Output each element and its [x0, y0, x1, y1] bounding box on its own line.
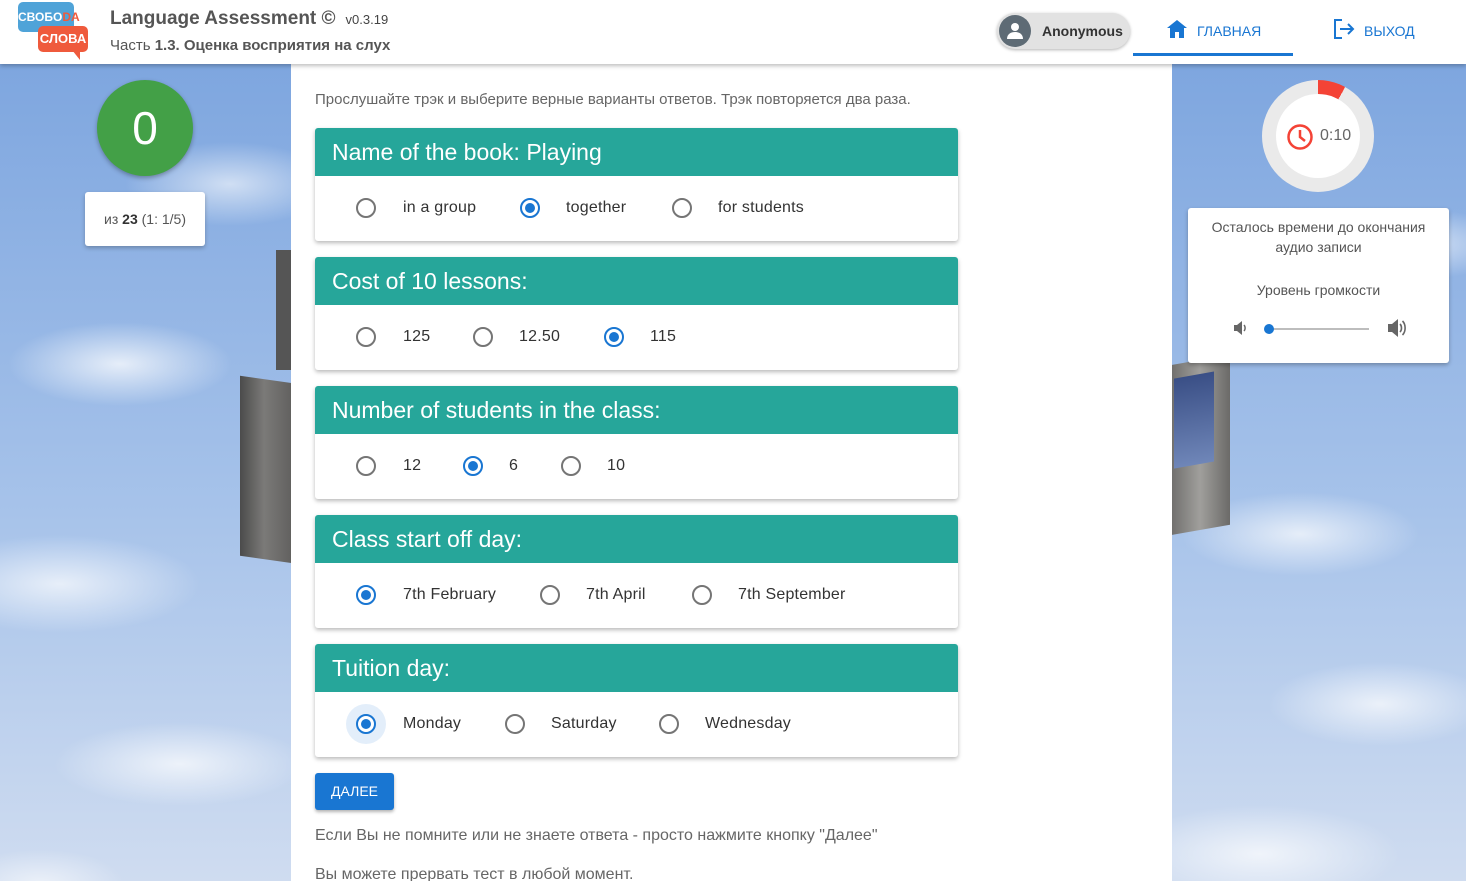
option-label: Monday [403, 715, 462, 732]
radio-button[interactable] [604, 327, 624, 347]
radio-button[interactable] [692, 585, 712, 605]
option-label: 125 [403, 328, 431, 345]
user-chip[interactable]: Anonymous [997, 13, 1130, 49]
next-button[interactable]: ДАЛЕЕ [315, 773, 394, 810]
score-progress: из 23 (1: 1/5) [85, 192, 205, 246]
timer-ring: 0:10 [1262, 80, 1374, 192]
app-header: СВОБОDA СЛОВА Language Assessment © v0.3.… [0, 0, 1466, 64]
option-label: 6 [509, 457, 519, 474]
option-label: Wednesday [705, 715, 792, 732]
option-label: 10 [607, 457, 626, 474]
question-card: Number of students in the class: 12 6 10 [315, 386, 958, 499]
radio-button[interactable] [520, 198, 540, 218]
timer-value: 0:10 [1320, 127, 1352, 144]
nav-exit[interactable]: ВЫХОД [1315, 0, 1445, 56]
version-label: v0.3.19 [345, 12, 389, 27]
logo[interactable]: СВОБОDA СЛОВА [18, 2, 90, 60]
page-subtitle: Часть 1.3. Оценка восприятия на слух [110, 37, 391, 54]
radio-button[interactable] [473, 327, 493, 347]
radio-button[interactable] [356, 714, 376, 734]
score-circle: 0 [97, 80, 193, 176]
option-label: Saturday [551, 715, 617, 732]
question-title: Number of students in the class: [315, 386, 958, 434]
user-name: Anonymous [1042, 23, 1123, 39]
question-card: Class start off day: 7th February 7th Apri… [315, 515, 958, 628]
logout-icon [1334, 19, 1355, 39]
volume-control [1232, 318, 1412, 340]
volume-slider-thumb[interactable] [1264, 324, 1274, 334]
answer-options: 7th February 7th April 7th September [315, 563, 958, 628]
nav-home[interactable]: ГЛАВНАЯ [1133, 0, 1293, 56]
option-label: 7th September [738, 586, 846, 603]
question-title: Tuition day: [315, 644, 958, 692]
option-label: 12 [403, 457, 422, 474]
option-label: 12.50 [519, 328, 561, 345]
radio-button[interactable] [356, 198, 376, 218]
option-label: for students [718, 199, 805, 216]
hint-text: Вы можете прервать тест в любой момент. [315, 866, 634, 881]
question-title: Class start off day: [315, 515, 958, 563]
option-label: 115 [650, 328, 677, 345]
home-icon [1167, 20, 1187, 38]
background-building [1170, 354, 1230, 536]
volume-down-icon[interactable] [1232, 320, 1248, 336]
option-label: in a group [403, 199, 477, 216]
answer-options: 12 6 10 [315, 434, 958, 499]
time-remaining-label: Осталось времени до окончания аудио запи… [1211, 219, 1426, 255]
answer-options: in a group together for students [315, 176, 958, 241]
question-title: Cost of 10 lessons: [315, 257, 958, 305]
radio-button[interactable] [540, 585, 560, 605]
radio-button[interactable] [356, 327, 376, 347]
question-card: Cost of 10 lessons: 125 12.50 115 [315, 257, 958, 370]
person-icon [1007, 23, 1023, 39]
option-label: 7th April [586, 586, 646, 603]
radio-button[interactable] [356, 585, 376, 605]
hint-text: Если Вы не помните или не знаете ответа … [315, 827, 878, 844]
radio-button[interactable] [356, 456, 376, 476]
answer-options: 125 12.50 115 [315, 305, 958, 370]
main-panel: Прослушайте трэк и выберите верные вариа… [291, 64, 1172, 881]
avatar [999, 15, 1031, 47]
radio-button[interactable] [672, 198, 692, 218]
answer-options: Monday Saturday Wednesday [315, 692, 958, 757]
question-card: Name of the book: Playing in a group toget… [315, 128, 958, 241]
instructions: Прослушайте трэк и выберите верные вариа… [315, 91, 911, 108]
option-label: together [566, 199, 627, 216]
question-card: Tuition day: Monday Saturday Wednesday [315, 644, 958, 757]
volume-up-icon[interactable] [1386, 318, 1408, 338]
radio-button[interactable] [659, 714, 679, 734]
radio-button[interactable] [463, 456, 483, 476]
question-title: Name of the book: Playing [315, 128, 958, 176]
option-label: 7th February [403, 586, 497, 603]
volume-label: Уровень громкости [1256, 282, 1381, 298]
clock-icon [1287, 124, 1313, 150]
audio-info-card: Осталось времени до окончания аудио запи… [1188, 208, 1449, 363]
app-title: Language Assessment © v0.3.19 [110, 8, 389, 29]
radio-button[interactable] [505, 714, 525, 734]
radio-button[interactable] [561, 456, 581, 476]
volume-slider[interactable] [1268, 328, 1369, 330]
